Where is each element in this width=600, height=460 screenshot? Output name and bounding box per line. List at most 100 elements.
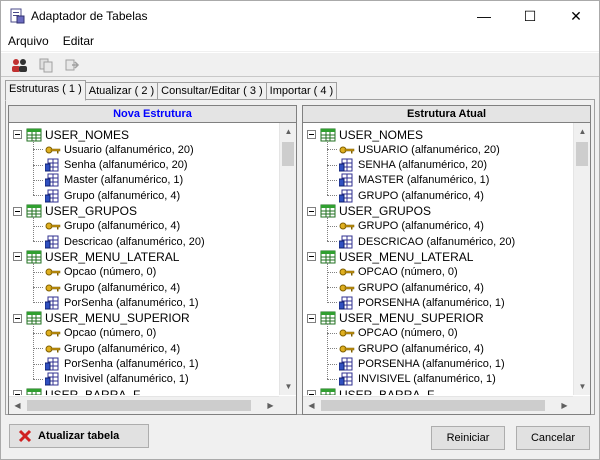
- tree-connector: [33, 241, 43, 243]
- update-table-button[interactable]: Atualizar tabela: [9, 424, 149, 448]
- vertical-scrollbar[interactable]: ▲ ▼: [279, 123, 296, 395]
- tree-table-node[interactable]: USER_BARRA_F: [303, 387, 434, 395]
- tree-field-node[interactable]: GRUPO (alfanumérico, 4): [327, 280, 484, 295]
- export-icon[interactable]: [61, 55, 83, 75]
- scroll-thumb[interactable]: [27, 400, 251, 411]
- vertical-scrollbar[interactable]: ▲ ▼: [573, 123, 590, 395]
- field-icon: [44, 235, 61, 249]
- cancel-button[interactable]: Cancelar: [516, 426, 590, 450]
- scroll-down-icon[interactable]: ▼: [574, 378, 590, 395]
- tree-field-node[interactable]: PorSenha (alfanumérico, 1): [33, 295, 199, 310]
- tree-connector: [327, 287, 337, 288]
- scroll-thumb[interactable]: [576, 142, 588, 166]
- tree-view[interactable]: USER_NOMES Usuario (alfanumérico, 20) Senh…: [8, 123, 297, 415]
- tree-table-node[interactable]: USER_BARRA_F: [9, 387, 140, 395]
- tree-field-node[interactable]: GRUPO (alfanumérico, 4): [327, 188, 484, 203]
- tree-connector: [33, 140, 34, 196]
- collapse-icon[interactable]: [307, 130, 316, 139]
- menu-editar[interactable]: Editar: [56, 34, 101, 48]
- tree-field-node[interactable]: GRUPO (alfanumérico, 4): [327, 341, 484, 356]
- tree-connector: [33, 302, 43, 304]
- tree-field-node[interactable]: MASTER (alfanumérico, 1): [327, 173, 489, 188]
- tree-field-node[interactable]: Grupo (alfanumérico, 4): [33, 219, 180, 234]
- tree-field-node[interactable]: INVISIVEL (alfanumérico, 1): [327, 372, 496, 387]
- pane-title: Estrutura Atual: [302, 105, 591, 123]
- field-icon: [338, 189, 355, 203]
- scroll-up-icon[interactable]: ▲: [574, 123, 590, 140]
- tree-connector: [327, 348, 337, 350]
- tree-field-node[interactable]: Senha (alfanumérico, 20): [33, 158, 188, 173]
- tree-field-node[interactable]: OPCAO (número, 0): [327, 265, 458, 280]
- tree-field-node[interactable]: Master (alfanumérico, 1): [33, 173, 183, 188]
- collapse-icon[interactable]: [307, 390, 316, 395]
- collapse-icon[interactable]: [13, 130, 22, 139]
- scroll-up-icon[interactable]: ▲: [280, 123, 296, 140]
- tree-connector: [33, 363, 43, 365]
- tree-connector: [33, 332, 43, 334]
- horizontal-scrollbar[interactable]: ◀ ▶: [303, 396, 573, 414]
- tree-field-node[interactable]: OPCAO (número, 0): [327, 326, 458, 341]
- horizontal-scrollbar[interactable]: ◀ ▶: [9, 396, 279, 414]
- field-label: Senha (alfanumérico, 20): [64, 159, 188, 172]
- tab-estruturas[interactable]: Estruturas ( 1 ): [5, 80, 86, 101]
- scroll-left-icon[interactable]: ◀: [9, 397, 26, 414]
- tree-field-node[interactable]: Opcao (número, 0): [33, 265, 156, 280]
- tree-table-node[interactable]: USER_GRUPOS: [9, 204, 137, 219]
- tree-field-node[interactable]: DESCRICAO (alfanumérico, 20): [327, 234, 515, 249]
- tree-table-node[interactable]: USER_MENU_LATERAL: [9, 249, 179, 264]
- tree-connector: [327, 140, 328, 196]
- tree-table-node[interactable]: USER_MENU_SUPERIOR: [303, 311, 484, 326]
- collapse-icon[interactable]: [13, 313, 22, 323]
- tree-field-node[interactable]: Grupo (alfanumérico, 4): [33, 341, 180, 356]
- menu-arquivo[interactable]: Arquivo: [1, 34, 56, 48]
- minimize-button[interactable]: —: [461, 1, 507, 31]
- field-label: PORSENHA (alfanumérico, 1): [358, 296, 505, 309]
- collapse-icon[interactable]: [307, 313, 316, 323]
- app-icon: [9, 8, 25, 24]
- tree-body: USER_NOMES USUARIO (alfanumérico, 20) SENH…: [303, 123, 573, 395]
- collapse-icon[interactable]: [307, 206, 316, 216]
- tree-field-node[interactable]: GRUPO (alfanumérico, 4): [327, 219, 484, 234]
- scroll-thumb[interactable]: [321, 400, 545, 411]
- field-label: GRUPO (alfanumérico, 4): [358, 281, 484, 294]
- tree-table-node[interactable]: USER_NOMES: [9, 127, 129, 142]
- tree-table-node[interactable]: USER_MENU_SUPERIOR: [9, 311, 190, 326]
- tree-table-node[interactable]: USER_NOMES: [303, 127, 423, 142]
- tree-table-node[interactable]: USER_GRUPOS: [303, 204, 431, 219]
- scroll-left-icon[interactable]: ◀: [303, 397, 320, 414]
- key-icon: [339, 143, 355, 157]
- tree-field-node[interactable]: PorSenha (alfanumérico, 1): [33, 357, 199, 372]
- table-icon: [26, 204, 42, 218]
- tree-field-node[interactable]: Grupo (alfanumérico, 4): [33, 188, 180, 203]
- collapse-icon[interactable]: [307, 252, 316, 262]
- collapse-icon[interactable]: [13, 390, 22, 395]
- tree-field-node[interactable]: Opcao (número, 0): [33, 326, 156, 341]
- people-icon[interactable]: [9, 55, 31, 75]
- tree-connector: [33, 348, 43, 350]
- copy-icon[interactable]: [35, 55, 57, 75]
- close-button[interactable]: ✕: [553, 1, 599, 31]
- scroll-thumb[interactable]: [282, 142, 294, 166]
- tree-connector: [327, 149, 337, 151]
- collapse-icon[interactable]: [13, 252, 22, 262]
- collapse-icon[interactable]: [13, 206, 22, 216]
- tree-field-node[interactable]: USUARIO (alfanumérico, 20): [327, 142, 500, 157]
- tree-table-node[interactable]: USER_MENU_LATERAL: [303, 249, 473, 264]
- tree-connector: [327, 323, 328, 380]
- field-label: Grupo (alfanumérico, 4): [64, 281, 181, 294]
- tree-field-node[interactable]: Invisivel (alfanumérico, 1): [33, 372, 189, 387]
- title-bar: Adaptador de Tabelas — ☐ ✕: [1, 1, 599, 31]
- tree-field-node[interactable]: PORSENHA (alfanumérico, 1): [327, 357, 505, 372]
- tree-field-node[interactable]: PORSENHA (alfanumérico, 1): [327, 295, 505, 310]
- scroll-right-icon[interactable]: ▶: [262, 397, 279, 414]
- reset-button[interactable]: Reiniciar: [431, 426, 505, 450]
- scroll-right-icon[interactable]: ▶: [556, 397, 573, 414]
- scroll-down-icon[interactable]: ▼: [280, 378, 296, 395]
- tree-field-node[interactable]: Grupo (alfanumérico, 4): [33, 280, 180, 295]
- maximize-button[interactable]: ☐: [507, 1, 553, 31]
- tree-field-node[interactable]: Descricao (alfanumérico, 20): [33, 234, 205, 249]
- tree-field-node[interactable]: SENHA (alfanumérico, 20): [327, 158, 487, 173]
- tree-view[interactable]: USER_NOMES USUARIO (alfanumérico, 20) SENH…: [302, 123, 591, 415]
- field-icon: [44, 158, 61, 172]
- tree-field-node[interactable]: Usuario (alfanumérico, 20): [33, 142, 194, 157]
